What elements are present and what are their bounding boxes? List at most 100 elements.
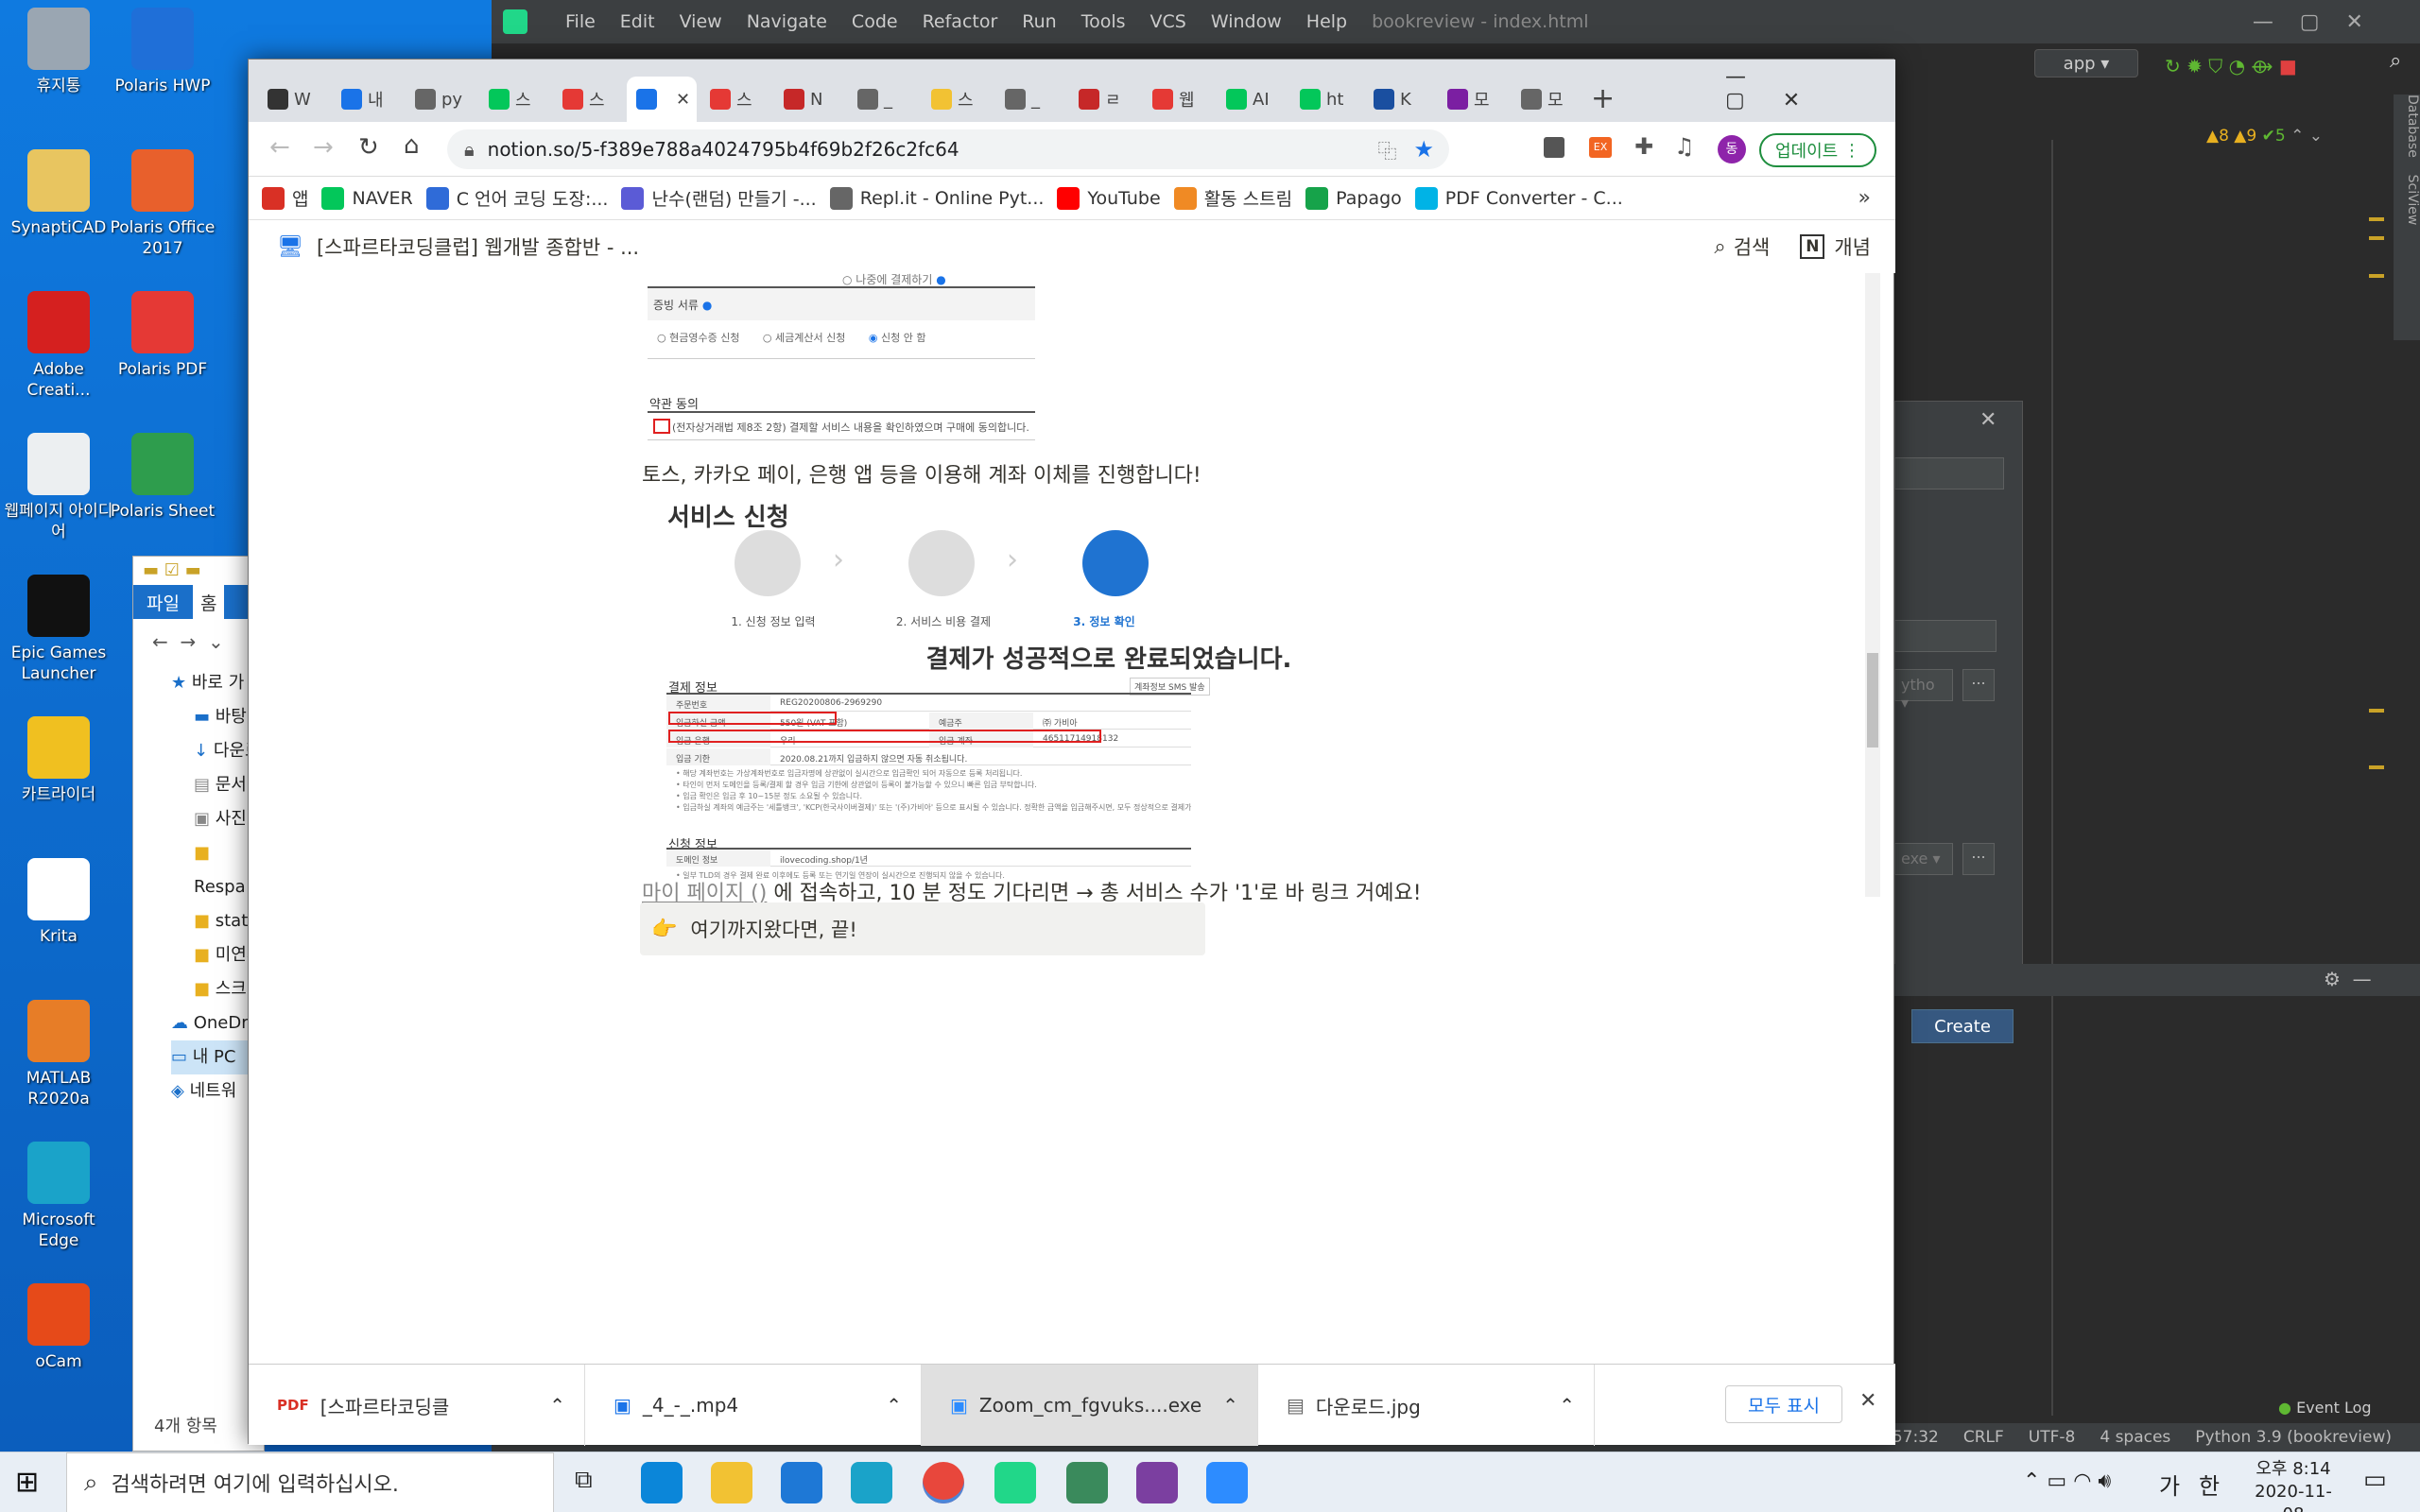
bookmark-star-icon[interactable]: ★ — [1413, 136, 1434, 163]
ime-indicator[interactable]: 가 — [2159, 1468, 2180, 1501]
start-icon[interactable]: ⊞ — [15, 1466, 39, 1499]
download-item[interactable]: ▣ Zoom_cm_fgvuks....exe ⌃ — [922, 1365, 1258, 1446]
browser-tab[interactable]: 스 — [922, 77, 995, 122]
interpreter-select[interactable]: ytho ▾ — [1894, 669, 1953, 712]
explorer-nav[interactable]: ← → ⌄ — [133, 619, 264, 666]
menu-refactor[interactable]: Refactor — [923, 11, 998, 32]
browser-tab[interactable]: _ — [995, 77, 1069, 122]
chevron-up-icon[interactable]: ⌃ — [886, 1394, 902, 1417]
update-button[interactable]: 업데이트 ⋮ — [1759, 133, 1876, 167]
new-tab-button[interactable]: + — [1591, 82, 1615, 115]
sciview-tab[interactable]: SciView — [2405, 175, 2420, 226]
window-controls[interactable]: —▢✕ — [1725, 65, 1895, 112]
edge-legacy-icon[interactable] — [851, 1462, 892, 1503]
download-item[interactable]: ▤ 다운로드.jpg ⌃ — [1258, 1365, 1595, 1446]
bookmark-item[interactable]: 앱 — [262, 185, 308, 211]
run-config-select[interactable]: app ▾ — [2034, 49, 2138, 77]
browser-tab[interactable]: AI — [1217, 77, 1290, 122]
desktop-icon[interactable]: Polaris Office 2017 — [104, 149, 221, 259]
scrollbar-track[interactable] — [1865, 273, 1880, 897]
translate-icon[interactable]: ⿻ — [1377, 136, 1396, 163]
desktop-icon[interactable]: 카트라이더 — [0, 716, 117, 805]
menu-help[interactable]: Help — [1306, 11, 1347, 32]
forward-icon[interactable]: → — [313, 133, 334, 162]
desktop-icon[interactable]: Polaris PDF — [104, 291, 221, 380]
browse-button[interactable]: ... — [1962, 669, 1995, 701]
bookmark-item[interactable]: YouTube — [1057, 186, 1161, 210]
media-control-icon[interactable]: ♫ — [1674, 133, 1695, 160]
database-tab[interactable]: Database — [2405, 94, 2420, 158]
bookmark-item[interactable]: Papago — [1305, 186, 1402, 210]
download-item[interactable]: ▣ _4_-_.mp4 ⌃ — [585, 1365, 922, 1446]
menu-tools[interactable]: Tools — [1081, 11, 1126, 32]
menu-file[interactable]: File — [565, 11, 596, 32]
browser-tab[interactable]: K — [1364, 77, 1438, 122]
dialog-close-icon[interactable]: ✕ — [1979, 408, 1996, 432]
lock-icon[interactable]: 🔒︎ — [464, 138, 475, 161]
desktop-icon[interactable]: Epic Games Launcher — [0, 575, 117, 684]
pycharm-icon[interactable] — [994, 1462, 1036, 1503]
zoom-icon[interactable] — [1206, 1462, 1248, 1503]
download-item[interactable]: PDF [스파르타코딩클 ⌃ — [249, 1365, 585, 1446]
desktop-icon[interactable]: Polaris HWP — [104, 8, 221, 96]
file-explorer-icon[interactable] — [711, 1462, 752, 1503]
desktop-icon[interactable]: SynaptiCAD — [0, 149, 117, 238]
desktop-icon[interactable]: Krita — [0, 858, 117, 947]
notification-icon[interactable]: ▭ — [2363, 1466, 2387, 1494]
menu-vcs[interactable]: VCS — [1150, 11, 1186, 32]
extensions-puzzle-icon[interactable]: ✚ — [1634, 133, 1653, 160]
create-button[interactable]: Create — [1911, 1009, 2014, 1043]
bookmark-item[interactable]: 난수(랜덤) 만들기 -... — [621, 185, 817, 211]
browser-tab[interactable]: W — [258, 77, 332, 122]
scrollbar-thumb[interactable] — [1867, 653, 1878, 747]
desktop-icon[interactable]: 웹페이지 아이디어 — [0, 433, 117, 542]
menu-navigate[interactable]: Navigate — [747, 11, 827, 32]
show-all-button[interactable]: 모두 표시 — [1725, 1385, 1842, 1423]
clock[interactable]: 오후 8:14 2020-11-08 — [2246, 1458, 2341, 1512]
bookmark-item[interactable]: NAVER — [321, 186, 413, 210]
extension-ex-icon[interactable]: EX — [1589, 137, 1612, 158]
desktop-icon[interactable]: 휴지통 — [0, 8, 117, 96]
event-log-button[interactable]: ● Event Log — [2278, 1399, 2372, 1417]
bookmark-item[interactable]: C 언어 코딩 도장:... — [425, 185, 608, 211]
chrome-icon[interactable] — [923, 1462, 964, 1503]
rocket-app-icon[interactable] — [1066, 1462, 1108, 1503]
line-separator[interactable]: CRLF — [1963, 1428, 2004, 1447]
tab-close-icon[interactable]: ✕ — [676, 90, 690, 110]
run-icon[interactable]: ↻ ✹ ⛉ ◔ ⟴ ■ — [2165, 55, 2297, 77]
chevron-up-icon[interactable]: ⌃ — [1222, 1394, 1238, 1417]
search-icon[interactable]: ⌕ — [1714, 235, 1725, 259]
home-icon[interactable]: ⌂ — [404, 131, 420, 160]
desktop-icon[interactable]: Polaris Sheet — [104, 433, 221, 522]
bookmark-item[interactable]: 활동 스트림 — [1173, 185, 1292, 211]
bookmark-item[interactable]: PDF Converter - C... — [1414, 186, 1623, 210]
browser-tab[interactable]: 웹 — [1143, 77, 1217, 122]
reload-icon[interactable]: ↻ — [358, 133, 379, 162]
chevron-up-icon[interactable]: ⌃ — [1559, 1394, 1575, 1417]
desktop-icon[interactable]: Microsoft Edge — [0, 1142, 117, 1251]
browse-button-2[interactable]: ... — [1962, 843, 1995, 875]
desktop-icon[interactable]: MATLAB R2020a — [0, 1000, 117, 1109]
extension-icon[interactable] — [1544, 137, 1564, 158]
menu-view[interactable]: View — [680, 11, 722, 32]
ime-indicator-2[interactable]: 한 — [2199, 1468, 2220, 1501]
gear-icon[interactable]: ⚙ — — [2324, 968, 2372, 990]
close-shelf-icon[interactable]: ✕ — [1859, 1389, 1876, 1413]
browser-tab[interactable]: N — [774, 77, 848, 122]
menu-window[interactable]: Window — [1211, 11, 1282, 32]
back-icon[interactable]: ← — [269, 133, 290, 162]
interpreter-status[interactable]: Python 3.9 (bookreview) — [2195, 1428, 2392, 1447]
search-everywhere-icon[interactable]: ⌕ — [2390, 49, 2401, 73]
location-field[interactable] — [1894, 457, 2004, 490]
browser-tab[interactable]: 스 — [479, 77, 553, 122]
browser-tab[interactable]: ✕ — [627, 77, 697, 122]
search-button[interactable]: 검색 — [1734, 232, 1771, 261]
page-title[interactable]: [스파르타코딩클럽] 웹개발 종합반 - ... — [317, 232, 639, 261]
address-bar[interactable]: 🔒︎ notion.so/5-f389e788a4024795b4f69b2f2… — [447, 129, 1449, 169]
bookmark-item[interactable]: Repl.it - Online Pyt... — [829, 186, 1044, 210]
indent-setting[interactable]: 4 spaces — [2100, 1428, 2170, 1447]
menu-code[interactable]: Code — [852, 11, 898, 32]
inspection-widget[interactable]: ▲8 ▲9 ✔5 ⌃ ⌄ — [2206, 127, 2323, 146]
ribbon-home-tab[interactable]: 홈 — [192, 583, 225, 621]
browser-tab[interactable]: 모 — [1512, 77, 1585, 122]
